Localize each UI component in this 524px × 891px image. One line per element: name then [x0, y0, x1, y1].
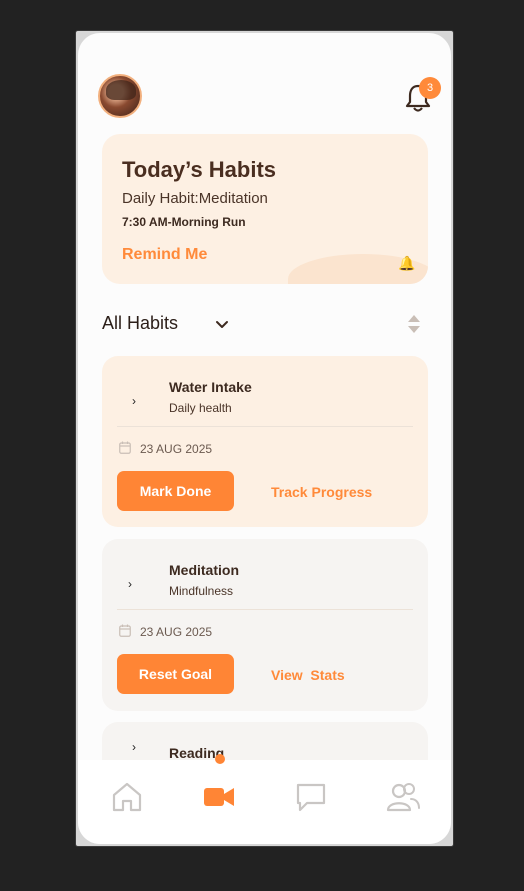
mini-bell-icon: 🔔: [398, 255, 416, 271]
expand-icon[interactable]: ›: [132, 740, 136, 754]
calendar-icon: [119, 441, 131, 454]
view-stats-button[interactable]: View Stats: [271, 667, 345, 683]
habit-name: Meditation: [169, 562, 239, 578]
habit-name: Water Intake: [169, 379, 252, 395]
calendar-icon: [119, 624, 131, 637]
divider: [117, 609, 413, 610]
habit-filter-label[interactable]: All Habits: [102, 313, 178, 334]
device-frame: 3 Today’s Habits Daily Habit:Meditation …: [76, 31, 453, 846]
remind-me-button[interactable]: Remind Me: [122, 246, 207, 264]
notification-badge: 3: [419, 77, 441, 99]
today-habits-card: Today’s Habits Daily Habit:Meditation 7:…: [102, 134, 428, 284]
habit-date: 23 AUG 2025: [140, 442, 213, 456]
mark-done-button[interactable]: Mark Done: [117, 471, 234, 511]
video-icon[interactable]: [202, 780, 236, 814]
bottom-tab-bar: [78, 754, 451, 844]
hero-schedule: 7:30 AM-Morning Run: [122, 215, 246, 229]
habit-card[interactable]: › Meditation Mindfulness 23 AUG 2025 Res…: [102, 539, 428, 711]
habit-card[interactable]: › Water Intake Daily health 23 AUG 2025 …: [102, 356, 428, 527]
sort-icon[interactable]: [407, 314, 421, 334]
users-icon[interactable]: [386, 780, 420, 814]
active-tab-indicator: [215, 754, 225, 764]
habit-category: Mindfulness: [169, 584, 234, 598]
track-progress-button[interactable]: Track Progress: [271, 484, 372, 500]
expand-icon[interactable]: ›: [128, 577, 132, 591]
hero-title: Today’s Habits: [122, 157, 277, 182]
app-screen: 3 Today’s Habits Daily Habit:Meditation …: [78, 33, 451, 844]
reset-goal-button[interactable]: Reset Goal: [117, 654, 234, 694]
home-icon[interactable]: [110, 780, 144, 814]
habit-date: 23 AUG 2025: [140, 625, 213, 639]
habit-category: Daily health: [169, 401, 232, 415]
user-avatar[interactable]: [98, 74, 142, 118]
hero-daily-habit: Daily Habit:Meditation: [122, 190, 268, 207]
chevron-down-icon[interactable]: [214, 317, 230, 333]
expand-icon[interactable]: ›: [132, 394, 136, 408]
divider: [117, 426, 413, 427]
chat-icon[interactable]: [294, 780, 328, 814]
